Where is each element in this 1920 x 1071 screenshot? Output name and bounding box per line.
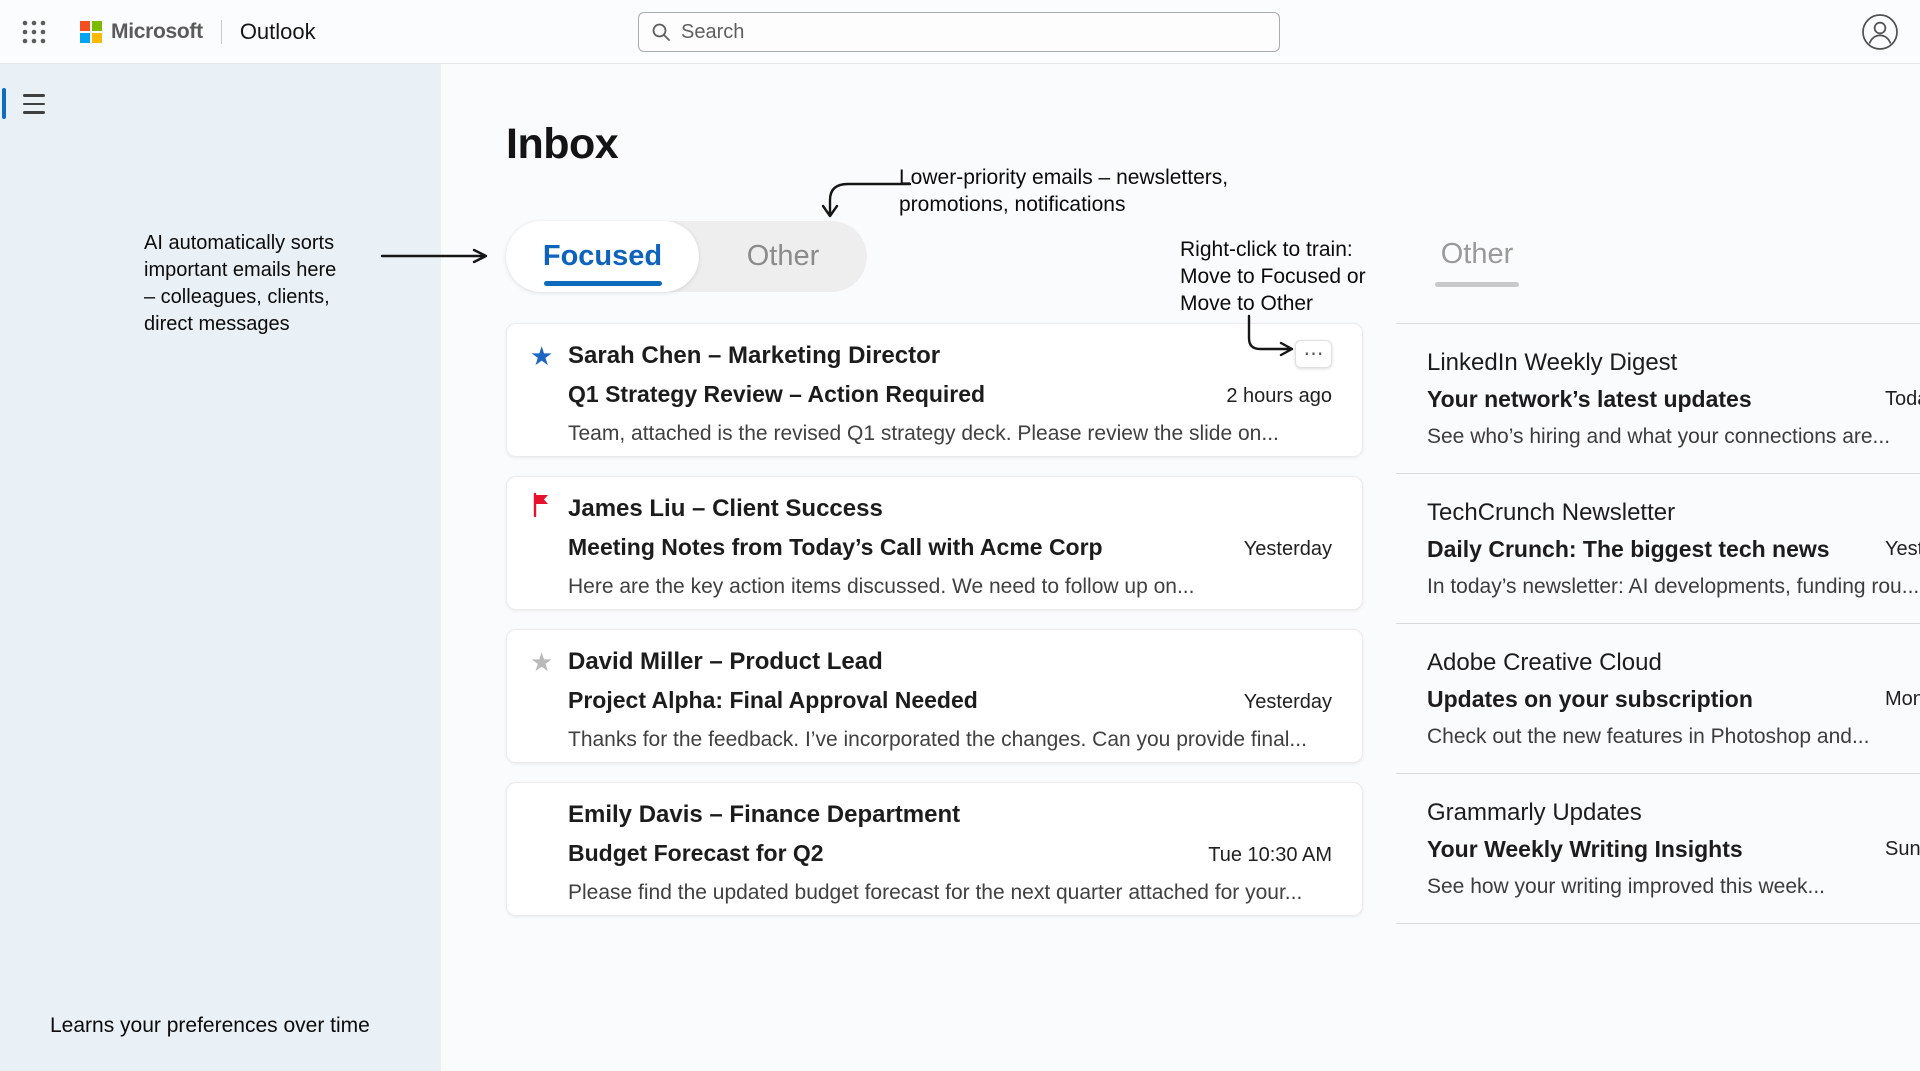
app-launcher-button[interactable] bbox=[14, 12, 54, 52]
other-email-item[interactable]: Grammarly Updates Your Weekly Writing In… bbox=[1396, 774, 1920, 924]
tab-other-label: Other bbox=[747, 240, 820, 273]
other-column-label: Other bbox=[1429, 238, 1525, 271]
sender-name: James Liu – Client Success bbox=[568, 490, 1332, 528]
focused-email-card[interactable]: James Liu – Client Success Meeting Notes… bbox=[506, 476, 1363, 610]
email-preview: See how your writing improved this week.… bbox=[1427, 868, 1920, 905]
outlook-window: Microsoft Outlook bbox=[0, 0, 1920, 1071]
annotation-footer-note: Learns your preferences over time bbox=[50, 1012, 370, 1039]
focused-email-list: ★ Sarah Chen – Marketing Director Q1 Str… bbox=[506, 323, 1363, 916]
tab-other[interactable]: Other bbox=[699, 221, 867, 292]
email-preview: See who’s hiring and what your connectio… bbox=[1427, 418, 1920, 455]
focused-tab-underline bbox=[544, 281, 662, 286]
email-subject: Daily Crunch: The biggest tech news bbox=[1427, 531, 1920, 568]
email-subject: Your Weekly Writing Insights bbox=[1427, 831, 1920, 868]
sender-name: Emily Davis – Finance Department bbox=[568, 796, 1332, 834]
arrow-to-more-button bbox=[1240, 314, 1306, 358]
email-preview: Please find the updated budget forecast … bbox=[568, 874, 1332, 912]
email-card-body: James Liu – Client Success Meeting Notes… bbox=[568, 490, 1332, 607]
email-time: Yesterday bbox=[1244, 530, 1332, 568]
email-preview: In today’s newsletter: AI developments, … bbox=[1427, 568, 1920, 605]
email-preview: Thanks for the feedback. I’ve incorporat… bbox=[568, 721, 1332, 759]
email-subject: Meeting Notes from Today’s Call with Acm… bbox=[568, 528, 1103, 566]
sender-name: David Miller – Product Lead bbox=[568, 643, 1332, 681]
active-nav-indicator bbox=[2, 88, 6, 119]
sender-name: Sarah Chen – Marketing Director bbox=[568, 337, 1332, 375]
email-time: Yesterday bbox=[1244, 683, 1332, 721]
other-email-item[interactable]: LinkedIn Weekly Digest Your network’s la… bbox=[1396, 324, 1920, 474]
email-subject: Updates on your subscription bbox=[1427, 681, 1920, 718]
tab-focused[interactable]: Focused bbox=[506, 221, 699, 292]
annotation-other-note: Lower-priority emails – newsletters, pro… bbox=[899, 164, 1228, 218]
email-subject: Q1 Strategy Review – Action Required bbox=[568, 375, 985, 413]
email-card-body: David Miller – Product Lead Project Alph… bbox=[568, 643, 1332, 760]
search-input[interactable] bbox=[681, 21, 1267, 44]
focused-email-card[interactable]: Emily Davis – Finance Department Budget … bbox=[506, 782, 1363, 916]
email-time: Today bbox=[1885, 381, 1920, 418]
top-bar: Microsoft Outlook bbox=[0, 0, 1920, 64]
sender-name: Grammarly Updates bbox=[1427, 794, 1920, 831]
other-email-item[interactable]: TechCrunch Newsletter Daily Crunch: The … bbox=[1396, 474, 1920, 624]
email-preview: Check out the new features in Photoshop … bbox=[1427, 718, 1920, 755]
email-card-body: Emily Davis – Finance Department Budget … bbox=[568, 796, 1332, 913]
sender-name: TechCrunch Newsletter bbox=[1427, 494, 1920, 531]
email-time: Monday bbox=[1885, 681, 1920, 718]
sender-name: LinkedIn Weekly Digest bbox=[1427, 344, 1920, 381]
email-time: Sunday bbox=[1885, 831, 1920, 868]
annotation-train-note: Right-click to train: Move to Focused or… bbox=[1180, 236, 1366, 317]
microsoft-brand-label: Microsoft bbox=[111, 20, 203, 44]
star-filled-icon[interactable]: ★ bbox=[530, 337, 568, 456]
left-sidebar bbox=[0, 64, 441, 1071]
email-subject: Your network’s latest updates bbox=[1427, 381, 1920, 418]
inbox-tabs: Focused Other bbox=[506, 221, 867, 292]
account-button[interactable] bbox=[1860, 12, 1900, 52]
email-preview: Here are the key action items discussed.… bbox=[568, 568, 1332, 606]
sender-name: Adobe Creative Cloud bbox=[1427, 644, 1920, 681]
hamburger-icon bbox=[23, 94, 45, 96]
other-email-list: LinkedIn Weekly Digest Your network’s la… bbox=[1396, 323, 1920, 924]
waffle-grid-icon bbox=[20, 18, 48, 46]
brand-area: Microsoft Outlook bbox=[80, 0, 316, 64]
tab-focused-label: Focused bbox=[543, 240, 662, 273]
star-gray-icon[interactable]: ★ bbox=[530, 643, 568, 762]
email-time: 2 hours ago bbox=[1226, 377, 1332, 415]
hamburger-menu-button[interactable] bbox=[14, 84, 54, 124]
app-name-label: Outlook bbox=[240, 19, 316, 45]
search-box[interactable] bbox=[638, 12, 1280, 52]
other-email-item[interactable]: Adobe Creative Cloud Updates on your sub… bbox=[1396, 624, 1920, 774]
email-subject: Budget Forecast for Q2 bbox=[568, 834, 824, 872]
email-preview: Team, attached is the revised Q1 strateg… bbox=[568, 415, 1332, 453]
flag-icon[interactable] bbox=[530, 490, 568, 609]
brand-divider bbox=[221, 20, 222, 44]
email-time: Tue 10:30 AM bbox=[1208, 836, 1332, 874]
arrow-to-other-tab bbox=[812, 176, 924, 228]
focused-email-card[interactable]: ★ Sarah Chen – Marketing Director Q1 Str… bbox=[506, 323, 1363, 457]
other-column-underline bbox=[1435, 282, 1519, 287]
focused-email-card[interactable]: ★ David Miller – Product Lead Project Al… bbox=[506, 629, 1363, 763]
email-subject: Project Alpha: Final Approval Needed bbox=[568, 681, 978, 719]
email-card-body: Sarah Chen – Marketing Director Q1 Strat… bbox=[568, 337, 1332, 454]
person-circle-icon bbox=[1861, 13, 1899, 51]
no-icon-spacer bbox=[530, 796, 568, 915]
email-time: Yesterday bbox=[1885, 531, 1920, 568]
arrow-to-focused-tab bbox=[380, 243, 498, 269]
other-column-header[interactable]: Other bbox=[1429, 238, 1525, 287]
page-title: Inbox bbox=[506, 120, 618, 169]
microsoft-logo-icon bbox=[80, 21, 102, 43]
annotation-focused-note: AI automatically sorts important emails … bbox=[144, 230, 336, 338]
search-icon bbox=[651, 22, 671, 42]
